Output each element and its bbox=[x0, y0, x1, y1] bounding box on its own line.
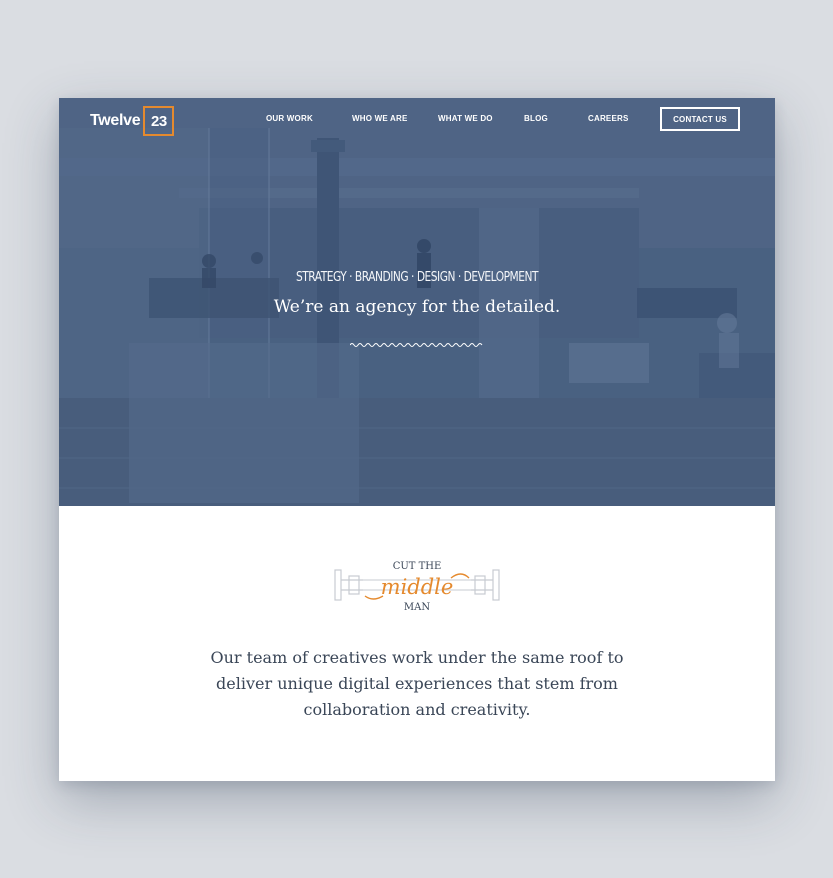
badge-script-text: middle bbox=[381, 575, 454, 599]
contact-us-button[interactable]: CONTACT US bbox=[660, 107, 740, 131]
badge-top-text: CUT THE bbox=[393, 561, 442, 572]
hero-headline: We’re an agency for the detailed. bbox=[273, 297, 561, 317]
nav-what-we-do[interactable]: WHAT WE DO bbox=[438, 114, 493, 123]
site-logo[interactable]: Twelve 23 bbox=[90, 106, 175, 136]
squiggle-divider-icon bbox=[350, 343, 483, 347]
badge-bottom-text: MAN bbox=[404, 602, 430, 613]
nav-careers[interactable]: CAREERS bbox=[588, 114, 629, 123]
logo-number-box: 23 bbox=[143, 106, 175, 136]
nav-blog[interactable]: BLOG bbox=[524, 114, 548, 123]
intro-paragraph: Our team of creatives work under the sam… bbox=[210, 648, 624, 719]
logo-wordmark: Twelve bbox=[90, 112, 141, 129]
hero-tagline: STRATEGY · BRANDING · DESIGN · DEVELOPME… bbox=[295, 270, 539, 285]
cut-the-middle-man-badge-icon: CUT THE middle MAN bbox=[334, 561, 500, 613]
hero-section: Twelve 23 OUR WORK WHO WE ARE WHAT WE DO… bbox=[59, 98, 775, 506]
nav-who-we-are[interactable]: WHO WE ARE bbox=[352, 114, 407, 123]
nav-our-work[interactable]: OUR WORK bbox=[266, 114, 313, 123]
website-frame: Twelve 23 OUR WORK WHO WE ARE WHAT WE DO… bbox=[59, 98, 775, 781]
